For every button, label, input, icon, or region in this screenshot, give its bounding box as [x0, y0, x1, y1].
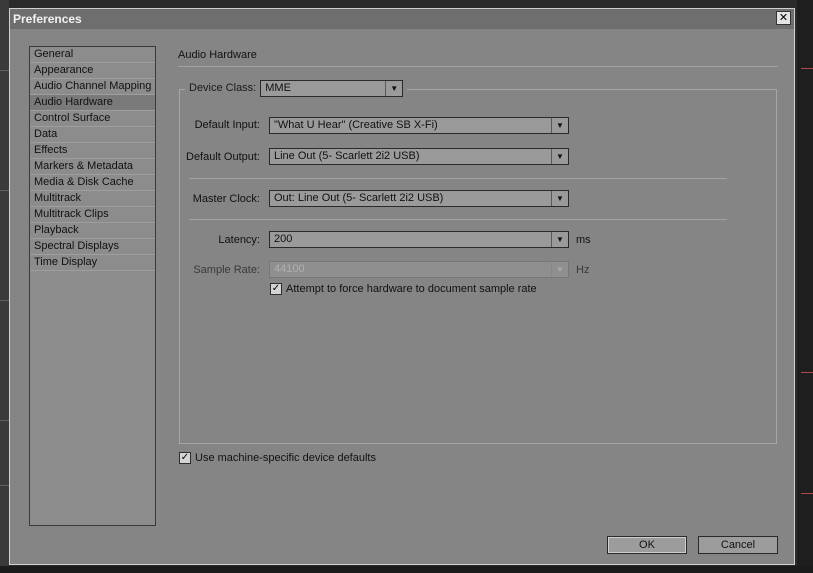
- chevron-down-icon: ▼: [551, 262, 568, 277]
- close-button[interactable]: ✕: [776, 11, 791, 25]
- sidebar-item-effects[interactable]: Effects: [30, 143, 155, 159]
- close-icon: ✕: [778, 12, 789, 24]
- background-marker: [801, 493, 813, 494]
- device-class-label: Device Class:: [189, 82, 257, 94]
- checkmark-icon: ✓: [180, 452, 190, 463]
- cancel-button[interactable]: Cancel: [698, 536, 778, 554]
- device-class-row: Device Class: MME ▼: [185, 79, 408, 97]
- dialog-titlebar[interactable]: Preferences: [10, 9, 794, 29]
- sidebar-item-playback[interactable]: Playback: [30, 223, 155, 239]
- sidebar-item-time-display[interactable]: Time Display: [30, 255, 155, 271]
- sidebar-item-audio-hardware[interactable]: Audio Hardware: [30, 95, 155, 111]
- background-tick: [0, 485, 9, 486]
- sidebar-item-control-surface[interactable]: Control Surface: [30, 111, 155, 127]
- chevron-down-icon: ▼: [551, 118, 568, 133]
- background-tick: [0, 300, 9, 301]
- dialog-title: Preferences: [13, 12, 82, 26]
- default-output-value: Line Out (5- Scarlett 2i2 USB): [274, 150, 420, 162]
- chevron-down-icon: ▼: [551, 232, 568, 247]
- sample-rate-unit: Hz: [576, 264, 590, 276]
- background-marker: [801, 68, 813, 69]
- latency-unit: ms: [576, 234, 591, 246]
- master-clock-value: Out: Line Out (5- Scarlett 2i2 USB): [274, 192, 444, 204]
- device-class-dropdown[interactable]: MME ▼: [260, 79, 404, 97]
- section-divider: [189, 178, 727, 179]
- chevron-down-icon: ▼: [551, 149, 568, 164]
- default-input-dropdown[interactable]: "What U Hear" (Creative SB X-Fi) ▼: [269, 117, 569, 134]
- sample-rate-dropdown: 44100 ▼: [269, 261, 569, 278]
- machine-defaults-label: Use machine-specific device defaults: [195, 452, 376, 464]
- chevron-down-icon: ▼: [551, 191, 568, 206]
- checkmark-icon: ✓: [271, 283, 281, 294]
- panel-title: Audio Hardware: [178, 49, 257, 61]
- device-class-value: MME: [265, 81, 291, 94]
- sidebar-item-media-disk-cache[interactable]: Media & Disk Cache: [30, 175, 155, 191]
- latency-label: Latency:: [218, 234, 260, 246]
- chevron-down-icon: ▼: [385, 80, 402, 96]
- latency-value: 200: [274, 233, 293, 245]
- sidebar-item-appearance[interactable]: Appearance: [30, 63, 155, 79]
- background-marker: [801, 372, 813, 373]
- machine-defaults-checkbox[interactable]: ✓: [179, 452, 191, 464]
- latency-dropdown[interactable]: 200 ▼: [269, 231, 569, 248]
- default-input-label: Default Input:: [194, 119, 260, 131]
- sidebar-item-data[interactable]: Data: [30, 127, 155, 143]
- background-tick: [0, 420, 9, 421]
- panel-title-divider: [178, 66, 778, 67]
- preferences-dialog: Preferences ✕ General Appearance Audio C…: [9, 8, 795, 565]
- sidebar-item-general[interactable]: General: [30, 47, 155, 63]
- sidebar-item-spectral-displays[interactable]: Spectral Displays: [30, 239, 155, 255]
- sample-rate-label: Sample Rate:: [193, 264, 260, 276]
- default-input-value: "What U Hear" (Creative SB X-Fi): [274, 119, 438, 131]
- force-sample-rate-label: Attempt to force hardware to document sa…: [286, 283, 537, 295]
- default-output-dropdown[interactable]: Line Out (5- Scarlett 2i2 USB) ▼: [269, 148, 569, 165]
- default-output-label: Default Output:: [186, 151, 260, 163]
- sidebar-item-audio-channel-mapping[interactable]: Audio Channel Mapping: [30, 79, 155, 95]
- background-bottom-strip: [0, 566, 813, 573]
- sidebar-item-multitrack-clips[interactable]: Multitrack Clips: [30, 207, 155, 223]
- section-divider: [189, 219, 727, 220]
- ok-button[interactable]: OK: [607, 536, 687, 554]
- background-tick: [0, 190, 9, 191]
- master-clock-label: Master Clock:: [192, 193, 260, 205]
- sample-rate-value: 44100: [274, 263, 305, 275]
- sidebar-item-markers-metadata[interactable]: Markers & Metadata: [30, 159, 155, 175]
- background-tick: [0, 70, 9, 71]
- force-sample-rate-checkbox[interactable]: ✓: [270, 283, 282, 295]
- background-panel-left: [0, 0, 9, 573]
- sidebar-item-multitrack[interactable]: Multitrack: [30, 191, 155, 207]
- master-clock-dropdown[interactable]: Out: Line Out (5- Scarlett 2i2 USB) ▼: [269, 190, 569, 207]
- background-panel-right: [797, 0, 813, 573]
- category-list: General Appearance Audio Channel Mapping…: [29, 46, 156, 526]
